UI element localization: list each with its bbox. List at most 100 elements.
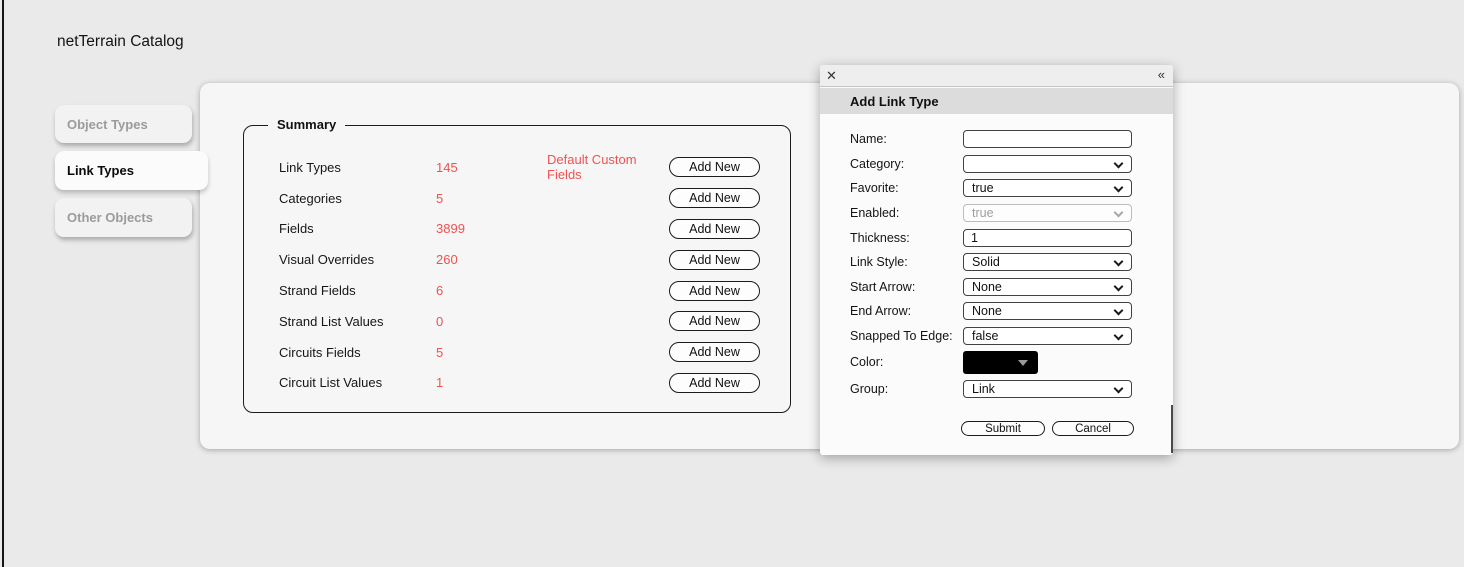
row-label: Visual Overrides xyxy=(279,252,436,267)
select-value: Link xyxy=(972,382,995,396)
dropdown-arrow-icon xyxy=(1018,360,1028,366)
table-row: Strand Fields 6 Add New xyxy=(279,275,790,306)
chevron-down-icon xyxy=(1114,281,1124,291)
color-picker[interactable] xyxy=(963,351,1038,374)
row-label: Strand List Values xyxy=(279,314,436,329)
submit-button[interactable]: Submit xyxy=(961,421,1045,436)
default-custom-fields-link[interactable]: Default Custom Fields xyxy=(547,152,669,182)
add-new-button[interactable]: Add New xyxy=(669,250,760,270)
dialog-titlebar: Add Link Type xyxy=(820,88,1173,114)
field-label: Group: xyxy=(850,382,963,396)
add-new-button[interactable]: Add New xyxy=(669,342,760,362)
app-window: netTerrain Catalog Object Types Link Typ… xyxy=(0,0,1464,567)
form-row: End Arrow: None xyxy=(850,299,1173,324)
sidebar-item-label: Object Types xyxy=(67,117,148,132)
dialog-topbar: ✕ « xyxy=(820,65,1173,87)
sidebar-item-other-objects[interactable]: Other Objects xyxy=(55,198,192,237)
field-label: Link Style: xyxy=(850,255,963,269)
form-row: Thickness: xyxy=(850,225,1173,250)
select-value: None xyxy=(972,304,1002,318)
cancel-button[interactable]: Cancel xyxy=(1052,421,1134,436)
sidebar-item-link-types[interactable]: Link Types xyxy=(55,151,208,190)
chevron-down-icon xyxy=(1114,158,1124,168)
form-row: Favorite: true xyxy=(850,176,1173,201)
sidebar-item-label: Link Types xyxy=(67,163,134,178)
enabled-select: true xyxy=(963,204,1132,222)
chevron-down-icon xyxy=(1114,183,1124,193)
row-value: 5 xyxy=(436,345,547,360)
field-label: Color: xyxy=(850,355,963,369)
chevron-down-icon xyxy=(1114,383,1124,393)
field-label: Snapped To Edge: xyxy=(850,329,963,343)
add-new-button[interactable]: Add New xyxy=(669,188,760,208)
favorite-select[interactable]: true xyxy=(963,179,1132,197)
summary-rows: Link Types 145 Default Custom Fields Add… xyxy=(244,126,790,398)
add-new-button[interactable]: Add New xyxy=(669,373,760,393)
chevron-down-icon xyxy=(1114,257,1124,267)
chevron-down-icon xyxy=(1114,306,1124,316)
table-row: Categories 5 Add New xyxy=(279,183,790,214)
field-label: Category: xyxy=(850,157,963,171)
field-label: Name: xyxy=(850,132,963,146)
select-value: true xyxy=(972,206,994,220)
name-input[interactable] xyxy=(963,130,1132,148)
field-label: Favorite: xyxy=(850,181,963,195)
thickness-input[interactable] xyxy=(963,229,1132,247)
row-label: Strand Fields xyxy=(279,283,436,298)
row-label: Fields xyxy=(279,221,436,236)
window-left-border xyxy=(2,0,4,567)
add-new-button[interactable]: Add New xyxy=(669,311,760,331)
dialog-footer: Submit Cancel xyxy=(961,421,1134,436)
field-label: Start Arrow: xyxy=(850,280,963,294)
chevron-down-icon xyxy=(1114,208,1124,218)
link-style-select[interactable]: Solid xyxy=(963,253,1132,271)
row-value: 3899 xyxy=(436,221,547,236)
sidebar-item-object-types[interactable]: Object Types xyxy=(55,105,192,143)
row-value: 260 xyxy=(436,252,547,267)
add-new-button[interactable]: Add New xyxy=(669,281,760,301)
row-label: Circuits Fields xyxy=(279,345,436,360)
field-label: End Arrow: xyxy=(850,304,963,318)
row-value: 1 xyxy=(436,375,547,390)
table-row: Circuits Fields 5 Add New xyxy=(279,337,790,368)
select-value: None xyxy=(972,280,1002,294)
end-arrow-select[interactable]: None xyxy=(963,302,1132,320)
collapse-icon[interactable]: « xyxy=(1158,67,1164,83)
row-value: 5 xyxy=(436,191,547,206)
dialog-body: Name: Category: Favorite: true Enabled: xyxy=(820,114,1173,455)
form-row: Name: xyxy=(850,127,1173,152)
group-select[interactable]: Link xyxy=(963,380,1132,398)
chevron-down-icon xyxy=(1114,331,1124,341)
select-value: true xyxy=(972,181,994,195)
table-row: Strand List Values 0 Add New xyxy=(279,306,790,337)
sidebar-item-label: Other Objects xyxy=(67,210,153,225)
select-value: false xyxy=(972,329,998,343)
form-row: Start Arrow: None xyxy=(850,275,1173,300)
summary-fieldset: Summary Link Types 145 Default Custom Fi… xyxy=(243,125,791,413)
row-value: 6 xyxy=(436,283,547,298)
select-value: Solid xyxy=(972,255,1000,269)
dialog-scrollbar-thumb[interactable] xyxy=(1171,405,1173,453)
row-label: Link Types xyxy=(279,160,436,175)
add-new-button[interactable]: Add New xyxy=(669,157,760,177)
start-arrow-select[interactable]: None xyxy=(963,278,1132,296)
table-row: Fields 3899 Add New xyxy=(279,214,790,245)
form-row: Snapped To Edge: false xyxy=(850,324,1173,349)
table-row: Circuit List Values 1 Add New xyxy=(279,368,790,399)
form-row: Color: xyxy=(850,348,1173,376)
field-label: Enabled: xyxy=(850,206,963,220)
form-row: Group: Link xyxy=(850,376,1173,401)
row-label: Circuit List Values xyxy=(279,375,436,390)
row-label: Categories xyxy=(279,191,436,206)
snapped-to-edge-select[interactable]: false xyxy=(963,327,1132,345)
add-new-button[interactable]: Add New xyxy=(669,219,760,239)
table-row: Link Types 145 Default Custom Fields Add… xyxy=(279,152,790,183)
add-link-type-dialog: ✕ « Add Link Type Name: Category: Favori… xyxy=(820,65,1173,455)
form-row: Category: xyxy=(850,152,1173,177)
category-select[interactable] xyxy=(963,155,1132,173)
close-icon[interactable]: ✕ xyxy=(826,68,837,83)
form-row: Enabled: true xyxy=(850,201,1173,226)
page-title: netTerrain Catalog xyxy=(57,33,184,51)
table-row: Visual Overrides 260 Add New xyxy=(279,244,790,275)
dialog-title: Add Link Type xyxy=(850,94,939,109)
